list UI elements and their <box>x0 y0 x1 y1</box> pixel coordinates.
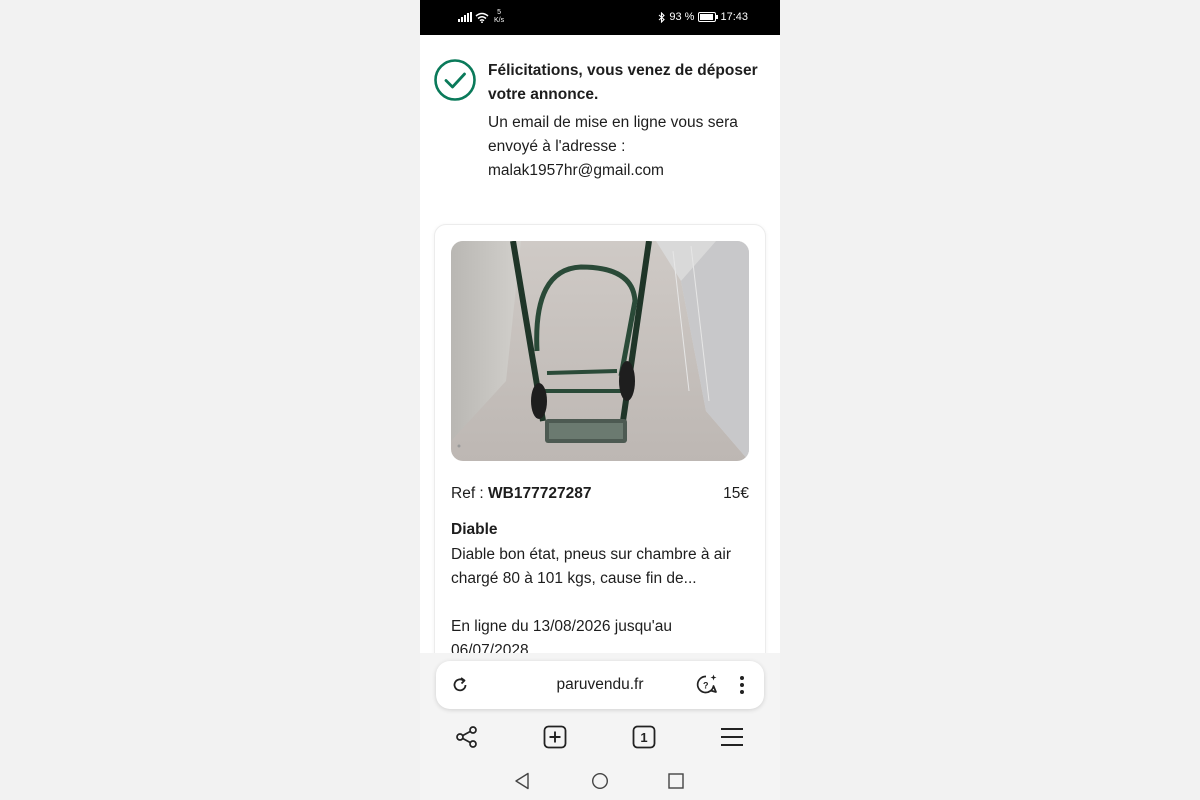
signal-icon <box>458 12 472 22</box>
status-right: 93 % 17:43 <box>658 11 748 23</box>
tabs-icon[interactable]: 1 <box>631 724 657 750</box>
back-icon[interactable] <box>512 771 532 791</box>
system-navigation-bar <box>420 763 780 799</box>
listing-title: Diable <box>451 521 498 538</box>
listing-card[interactable]: Ref : WB177727287 15€ Diable Diable bon … <box>434 224 766 653</box>
battery-icon <box>698 12 719 22</box>
new-tab-icon[interactable] <box>542 724 568 750</box>
battery-percent: 93 % <box>669 11 695 23</box>
ai-chat-icon[interactable]: ? <box>694 672 720 698</box>
clock: 17:43 <box>720 11 748 23</box>
browser-toolbar: 1 <box>420 715 780 759</box>
share-icon[interactable] <box>454 724 480 750</box>
network-speed: 5 K/s <box>494 9 504 25</box>
listing-description: Diable bon état, pneus sur chambre à air… <box>451 546 732 587</box>
listing-photo[interactable] <box>451 241 749 461</box>
menu-icon[interactable] <box>719 724 745 750</box>
recents-icon[interactable] <box>666 771 686 791</box>
confirmation-title: Félicitations, vous venez de déposer vot… <box>488 62 758 103</box>
listing-reference: Ref : WB177727287 15€ <box>451 485 749 503</box>
speed-unit: K/s <box>494 17 505 24</box>
speed-value: 5 <box>497 9 502 16</box>
browser-bottom-bar: paruvendu.fr ? 1 <box>420 653 780 800</box>
confirmation-body: Un email de mise en ligne vous sera envo… <box>488 114 738 179</box>
tab-count: 1 <box>640 729 648 745</box>
wifi-icon <box>475 12 489 23</box>
status-left: 5 K/s <box>458 9 504 25</box>
battery-fill <box>700 14 714 20</box>
status-bar: 5 K/s 93 % 17:43 <box>420 0 780 35</box>
phone-screen: 5 K/s 93 % 17:43 Félicitations, vous ven… <box>420 0 780 800</box>
listing-online-period: En ligne du 13/08/2026 jusqu'au 06/07/20… <box>451 618 673 653</box>
svg-text:?: ? <box>703 681 709 691</box>
ref-value: WB177727287 <box>488 485 592 502</box>
check-circle-icon <box>434 59 476 101</box>
address-bar[interactable]: paruvendu.fr ? <box>436 661 764 709</box>
more-vertical-icon[interactable] <box>730 673 754 697</box>
web-page[interactable]: Félicitations, vous venez de déposer vot… <box>420 35 780 653</box>
listing-price: 15€ <box>723 485 749 502</box>
hand-truck-photo <box>451 241 749 461</box>
ref-label: Ref : <box>451 485 489 502</box>
home-icon[interactable] <box>590 771 610 791</box>
confirmation-text: Félicitations, vous venez de déposer vot… <box>488 59 764 183</box>
bluetooth-icon <box>659 11 666 23</box>
